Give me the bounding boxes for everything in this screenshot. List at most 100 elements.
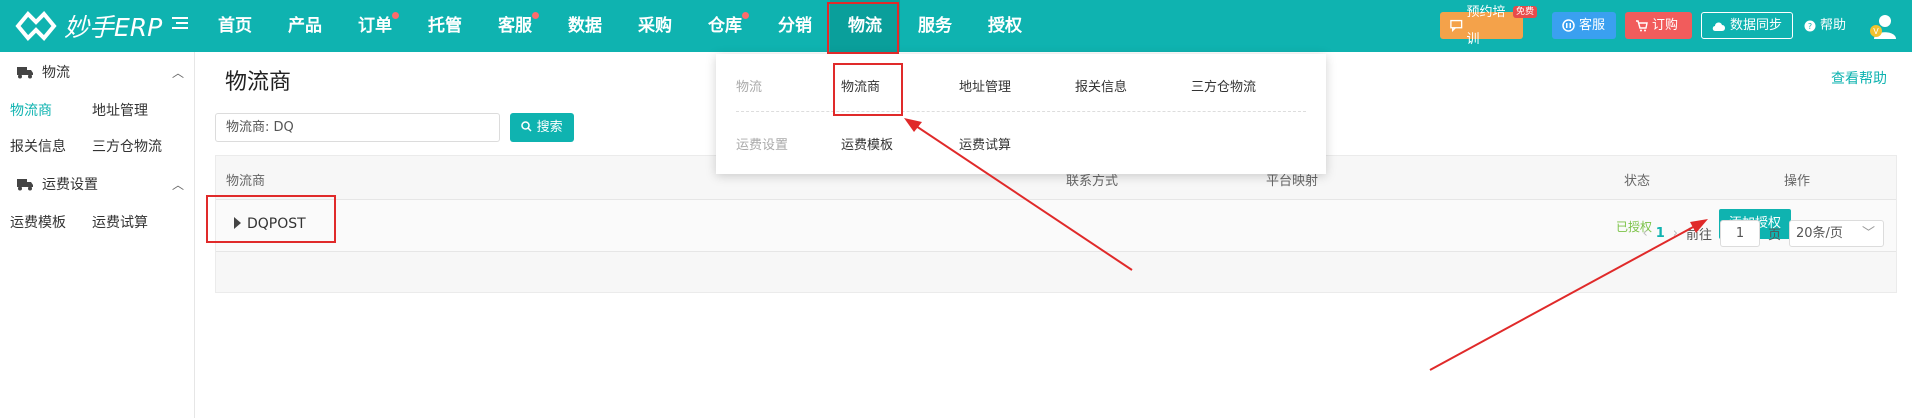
top-bar: 妙手ERP 首页 产品 订单 托管 客服 数据 采购 仓库 分销 物流 服务 授… bbox=[0, 0, 1912, 52]
nav-label: 采购 bbox=[638, 16, 672, 36]
highlight-box-dropdown-item bbox=[833, 63, 903, 116]
training-label: 预约培训 bbox=[1466, 4, 1506, 47]
svg-text:V: V bbox=[1873, 27, 1879, 36]
logo-icon bbox=[15, 11, 57, 41]
brand-name: 妙手ERP bbox=[64, 13, 163, 42]
nav-home[interactable]: 首页 bbox=[200, 0, 270, 52]
sidebar-row: 物流商 地址管理 bbox=[0, 92, 194, 128]
sidebar-item-address[interactable]: 地址管理 bbox=[92, 100, 192, 120]
search-button[interactable]: 搜索 bbox=[510, 113, 574, 142]
logo[interactable]: 妙手ERP bbox=[14, 8, 162, 44]
cart-icon bbox=[1636, 20, 1648, 32]
highlight-box-carrier bbox=[206, 195, 336, 243]
nav-label: 客服 bbox=[498, 16, 532, 36]
dropdown-item-customs[interactable]: 报关信息 bbox=[1075, 76, 1191, 95]
carrier-search-input[interactable]: 物流商: DQ bbox=[215, 113, 500, 142]
chat-icon bbox=[1450, 19, 1463, 32]
truck-icon bbox=[17, 179, 33, 191]
dropdown-row: 运费设置 运费模板 运费试算 bbox=[736, 134, 1306, 153]
nav-label: 产品 bbox=[288, 16, 322, 36]
cloud-icon bbox=[1712, 21, 1725, 31]
page-unit-label: 页 bbox=[1767, 228, 1781, 243]
nav-orders[interactable]: 订单 bbox=[340, 0, 410, 52]
column-header-carrier: 物流商 bbox=[226, 174, 266, 189]
service-button[interactable]: 客服 bbox=[1552, 12, 1616, 39]
column-header-status: 状态 bbox=[1624, 174, 1651, 189]
nav-products[interactable]: 产品 bbox=[270, 0, 340, 52]
sidebar-group-logistics[interactable]: 物流 ︿ bbox=[0, 52, 194, 92]
nav-label: 分销 bbox=[778, 16, 812, 36]
nav-label: 仓库 bbox=[708, 16, 742, 36]
pagination: ‹ 1 › 前往 1 页 20条/页 ﹀ bbox=[1643, 220, 1884, 247]
page-size-select[interactable]: 20条/页 ﹀ bbox=[1789, 220, 1884, 247]
order-label: 订购 bbox=[1652, 18, 1679, 33]
search-button-label: 搜索 bbox=[536, 120, 563, 135]
data-sync-button[interactable]: 数据同步 bbox=[1701, 12, 1793, 39]
goto-label: 前往 bbox=[1685, 228, 1712, 243]
nav-label: 服务 bbox=[918, 16, 952, 36]
nav-label: 首页 bbox=[218, 16, 252, 36]
truck-icon bbox=[17, 67, 33, 79]
user-avatar-icon[interactable]: V bbox=[1868, 12, 1896, 40]
sidebar-item-3pl[interactable]: 三方仓物流 bbox=[92, 136, 192, 156]
nav-services[interactable]: 服务 bbox=[900, 0, 970, 52]
sidebar-row: 运费模板 运费试算 bbox=[0, 204, 194, 240]
dropdown-divider bbox=[736, 111, 1306, 112]
sidebar-item-freight-calc[interactable]: 运费试算 bbox=[92, 212, 192, 232]
goto-page-input[interactable]: 1 bbox=[1719, 220, 1760, 247]
carrier-table: 物流商 联系方式 平台映射 状态 操作 DQPOST 已授权 添加授权 ‹ 1 … bbox=[215, 155, 1897, 293]
sidebar-row: 报关信息 三方仓物流 bbox=[0, 128, 194, 164]
sidebar-group-title: 运费设置 bbox=[42, 177, 98, 193]
training-button[interactable]: 预约培训 bbox=[1440, 5, 1523, 47]
nav-hosting[interactable]: 托管 bbox=[410, 0, 480, 52]
service-label: 客服 bbox=[1579, 18, 1606, 33]
dropdown-group-title: 运费设置 bbox=[736, 138, 789, 153]
nav-label: 订单 bbox=[358, 16, 392, 36]
sidebar-item-carriers[interactable]: 物流商 bbox=[0, 100, 92, 120]
nav-customer-service[interactable]: 客服 bbox=[480, 0, 550, 52]
highlight-box-nav bbox=[827, 2, 899, 54]
svg-text:?: ? bbox=[1808, 22, 1812, 31]
help-button[interactable]: ? 帮助 bbox=[1800, 12, 1858, 39]
dropdown-group-title: 物流 bbox=[736, 80, 763, 95]
dropdown-item-freight-template[interactable]: 运费模板 bbox=[841, 134, 959, 153]
nav-warehouse[interactable]: 仓库 bbox=[690, 0, 760, 52]
chevron-up-icon: ︿ bbox=[171, 65, 184, 80]
next-page-icon[interactable]: › bbox=[1673, 226, 1678, 241]
view-help-link[interactable]: 查看帮助 bbox=[1831, 68, 1887, 88]
notification-dot bbox=[392, 12, 399, 19]
search-icon bbox=[521, 121, 532, 132]
sidebar-item-customs[interactable]: 报关信息 bbox=[0, 136, 92, 156]
order-button[interactable]: 订购 bbox=[1625, 12, 1692, 39]
nav-distribution[interactable]: 分销 bbox=[760, 0, 830, 52]
page-size-value: 20条/页 bbox=[1796, 226, 1843, 241]
sidebar-item-freight-template[interactable]: 运费模板 bbox=[0, 212, 92, 232]
nav-authorization[interactable]: 授权 bbox=[970, 0, 1040, 52]
help-label: 帮助 bbox=[1820, 18, 1847, 33]
nav-purchase[interactable]: 采购 bbox=[620, 0, 690, 52]
prev-page-icon[interactable]: ‹ bbox=[1643, 226, 1648, 241]
nav-label: 授权 bbox=[988, 16, 1022, 36]
notification-dot bbox=[532, 12, 539, 19]
menu-toggle-icon[interactable] bbox=[172, 15, 188, 31]
chevron-up-icon: ︿ bbox=[171, 177, 184, 192]
main-nav: 首页 产品 订单 托管 客服 数据 采购 仓库 分销 物流 服务 授权 bbox=[200, 0, 1040, 52]
page-title: 物流商 bbox=[225, 70, 292, 95]
service-icon bbox=[1562, 19, 1575, 32]
page-number[interactable]: 1 bbox=[1656, 226, 1665, 241]
sidebar-group-freight[interactable]: 运费设置 ︿ bbox=[0, 164, 194, 204]
sync-label: 数据同步 bbox=[1730, 18, 1783, 33]
nav-label: 托管 bbox=[428, 16, 462, 36]
dropdown-row: 物流 物流商 地址管理 报关信息 三方仓物流 bbox=[736, 76, 1306, 95]
nav-data[interactable]: 数据 bbox=[550, 0, 620, 52]
question-icon: ? bbox=[1804, 20, 1816, 31]
dropdown-item-address[interactable]: 地址管理 bbox=[959, 76, 1075, 95]
sidebar-group-title: 物流 bbox=[42, 65, 70, 81]
sidebar: 物流 ︿ 物流商 地址管理 报关信息 三方仓物流 运费设置 ︿ 运费模板 运费试… bbox=[0, 52, 195, 418]
chevron-down-icon: ﹀ bbox=[1861, 226, 1875, 241]
dropdown-item-freight-calc[interactable]: 运费试算 bbox=[959, 134, 1011, 153]
notification-dot bbox=[742, 12, 749, 19]
dropdown-item-3pl[interactable]: 三方仓物流 bbox=[1191, 76, 1256, 95]
column-header-actions: 操作 bbox=[1784, 174, 1811, 189]
logistics-dropdown-menu: 物流 物流商 地址管理 报关信息 三方仓物流 运费设置 运费模板 运费试算 bbox=[716, 54, 1326, 174]
